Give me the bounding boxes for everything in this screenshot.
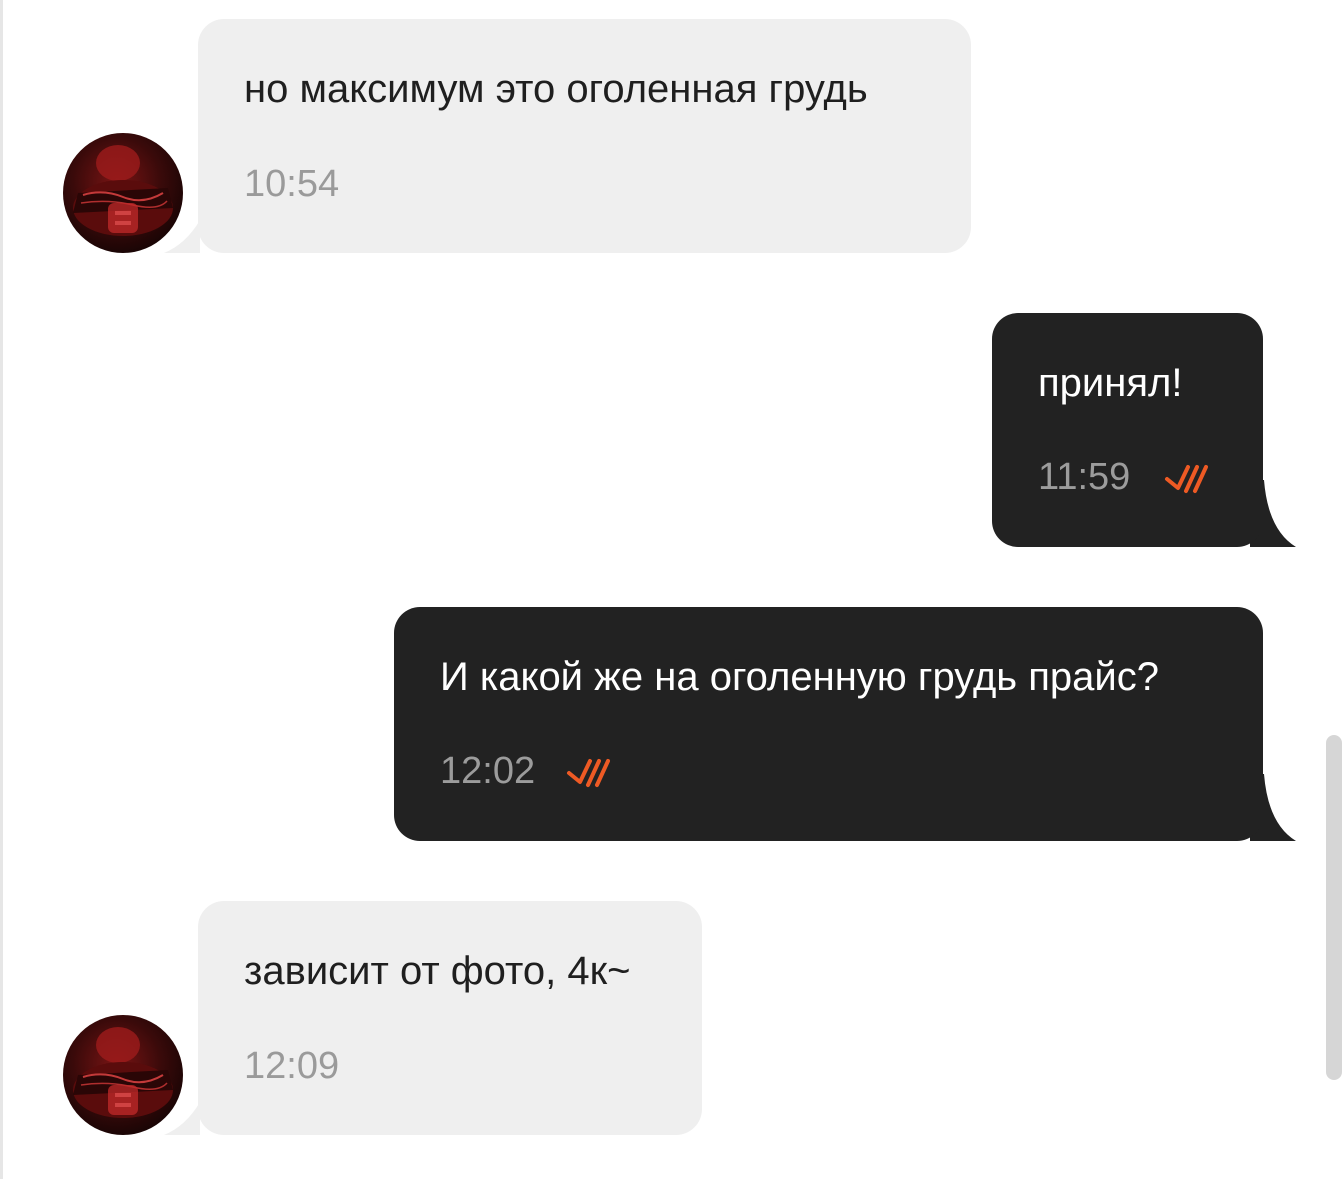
double-check-icon: [1165, 465, 1208, 493]
message-time: 12:09: [244, 1045, 340, 1087]
message-bubble[interactable]: И какой же на оголенную грудь прайс? 12:…: [394, 607, 1263, 841]
message-bubble[interactable]: зависит от фото, 4к~ 12:09: [198, 901, 702, 1135]
left-divider: [0, 0, 3, 1179]
message-text: но максимум это оголенная грудь: [244, 67, 868, 111]
chat-thread: но максимум это оголенная грудь 10:54 пр…: [0, 0, 1344, 1179]
message-time: 12:02: [440, 750, 536, 792]
message-text: зависит от фото, 4к~: [244, 949, 631, 993]
scrollbar-thumb[interactable]: [1326, 735, 1342, 1080]
message-bubble[interactable]: принял! 11:59: [992, 313, 1263, 547]
message-bubble[interactable]: но максимум это оголенная грудь 10:54: [198, 19, 971, 253]
message-text: И какой же на оголенную грудь прайс?: [440, 655, 1160, 699]
message-text: принял!: [1038, 361, 1183, 405]
double-check-icon: [567, 759, 610, 787]
message-time: 10:54: [244, 163, 340, 205]
message-time: 11:59: [1038, 456, 1131, 498]
